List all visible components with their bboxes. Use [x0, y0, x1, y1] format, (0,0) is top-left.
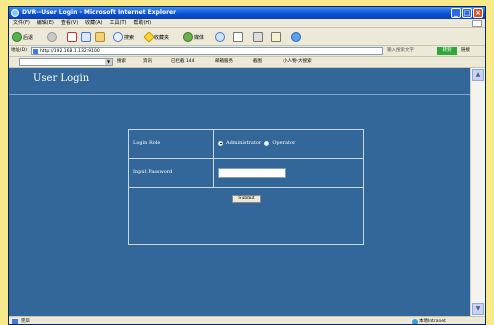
media-icon [183, 32, 193, 42]
menu-view[interactable]: 查看(V) [61, 19, 78, 27]
submit-button[interactable]: Submit [232, 195, 261, 203]
printer-icon [253, 32, 263, 42]
links-toolbar: ▼ 搜索 资讯 已拦截 144 邮箱服务 截图 小人物-大搜索 [9, 57, 485, 68]
operator-label[interactable]: Operator [272, 140, 295, 146]
page-icon [33, 49, 38, 54]
menu-favorites[interactable]: 收藏(A) [85, 19, 102, 27]
login-role-row: Login Role Administrator Operator [129, 130, 363, 159]
password-input[interactable] [218, 168, 286, 178]
search-icon [113, 32, 123, 42]
vertical-scrollbar[interactable]: ▲ ▼ [470, 68, 485, 316]
search-label: 搜索 [124, 34, 135, 41]
menu-tools[interactable]: 工具(T) [110, 19, 127, 27]
media-label: 媒体 [194, 34, 205, 41]
security-zone: 本地Intranet [419, 319, 446, 324]
page-done-icon [12, 319, 18, 324]
maximize-button[interactable]: □ [462, 8, 472, 18]
messenger-button[interactable] [291, 31, 301, 43]
login-role-label: Login Role [133, 140, 161, 146]
search-button[interactable]: 搜索 [113, 31, 134, 43]
toolbar-search-combo[interactable]: ▼ [19, 58, 113, 66]
forward-arrow-icon [47, 32, 57, 42]
stop-icon [67, 32, 77, 42]
status-bar: 完毕 本地Intranet [9, 316, 485, 324]
address-url: http://192.168.1.132:9100 [40, 49, 100, 54]
history-button[interactable] [215, 31, 225, 43]
scroll-down-icon[interactable]: ▼ [472, 303, 484, 315]
links-label[interactable]: 链接 [461, 46, 470, 56]
address-label: 地址(D) [11, 48, 27, 53]
edit-button[interactable] [271, 31, 281, 43]
menu-bar: 文件(F) 编辑(E) 查看(V) 收藏(A) 工具(T) 帮助(H) [9, 19, 485, 28]
close-button[interactable]: × [473, 8, 483, 18]
window-title: DVR--User Login - Microsoft Internet Exp… [22, 9, 177, 16]
ie-icon [11, 9, 19, 17]
intranet-zone-icon [412, 319, 418, 324]
windows-logo-icon [472, 20, 482, 27]
media-button[interactable]: 媒体 [183, 31, 204, 43]
favorites-button[interactable]: 收藏夹 [143, 31, 170, 43]
print-button[interactable] [253, 31, 263, 43]
login-role-options: Administrator Operator [218, 140, 295, 146]
minimize-button[interactable]: _ [451, 8, 461, 18]
login-form: Login Role Administrator Operator Input … [128, 129, 364, 245]
submit-row: Submit [129, 188, 363, 244]
title-divider [9, 94, 470, 95]
home-icon [95, 32, 105, 42]
links-item-mail[interactable]: 邮箱服务 [215, 57, 233, 67]
browser-window: DVR--User Login - Microsoft Internet Exp… [8, 6, 486, 325]
address-search-hint[interactable]: 输入搜索文字 [387, 46, 414, 56]
page-content: User Login Login Role Administrator Oper… [9, 68, 470, 316]
menu-file[interactable]: 文件(F) [13, 19, 30, 27]
back-arrow-icon [12, 32, 22, 42]
scroll-up-icon[interactable]: ▲ [472, 69, 484, 81]
links-item-blocked[interactable]: 已拦截 144 [171, 57, 195, 67]
cell-divider [213, 159, 214, 187]
toolbar: 后退 搜索 收藏夹 媒体 [9, 29, 485, 46]
administrator-radio[interactable] [218, 140, 223, 146]
mail-button[interactable] [233, 31, 243, 43]
menu-help[interactable]: 帮助(H) [133, 19, 151, 27]
chevron-down-icon[interactable]: ▼ [105, 59, 112, 65]
back-button[interactable]: 后退 [12, 31, 33, 43]
edit-icon [271, 32, 281, 42]
password-label: Input Password [133, 169, 173, 175]
messenger-icon [291, 32, 301, 42]
star-icon [143, 31, 155, 43]
links-item-news[interactable]: 资讯 [143, 57, 152, 67]
links-item-xiaorenwu[interactable]: 小人物-大搜索 [283, 57, 312, 67]
address-input[interactable]: http://192.168.1.132:9100 [31, 47, 383, 55]
home-button[interactable] [95, 31, 105, 43]
status-text: 完毕 [21, 319, 30, 324]
back-label: 后退 [23, 34, 34, 41]
administrator-label[interactable]: Administrator [226, 140, 261, 146]
refresh-icon [81, 32, 91, 42]
page-title: User Login [33, 73, 90, 84]
history-icon [215, 32, 225, 42]
mail-icon [233, 32, 243, 42]
address-bar: 地址(D) http://192.168.1.132:9100 输入搜索文字 转… [9, 46, 485, 57]
menu-edit[interactable]: 编辑(E) [37, 19, 54, 27]
stop-button[interactable] [67, 31, 77, 43]
forward-button[interactable] [47, 31, 57, 43]
go-button[interactable]: 转到 [437, 47, 457, 55]
links-item-search[interactable]: 搜索 [117, 57, 126, 67]
operator-radio[interactable] [264, 140, 270, 146]
links-item-screenshot[interactable]: 截图 [253, 57, 262, 67]
password-row: Input Password [129, 159, 363, 188]
cell-divider [213, 130, 214, 158]
refresh-button[interactable] [81, 31, 91, 43]
title-bar: DVR--User Login - Microsoft Internet Exp… [9, 7, 485, 19]
favorites-label: 收藏夹 [154, 34, 170, 41]
